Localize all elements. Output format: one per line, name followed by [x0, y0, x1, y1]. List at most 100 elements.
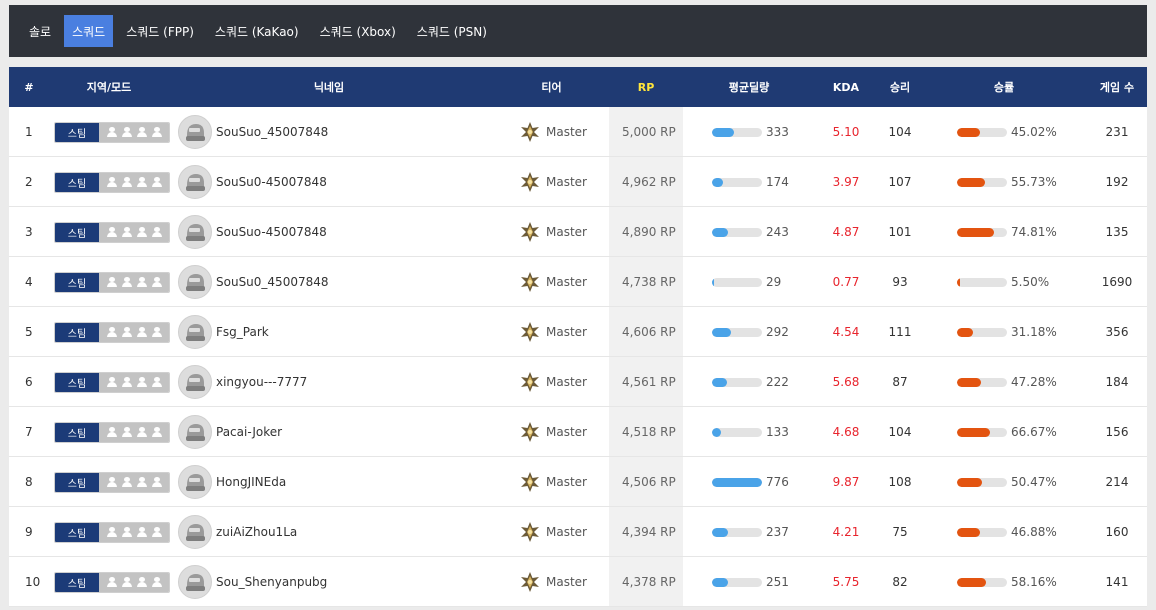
kda-value: 4.21	[832, 525, 860, 539]
tier-name: Master	[546, 175, 587, 189]
kda-value: 5.10	[832, 125, 860, 139]
kda-value: 9.87	[832, 475, 860, 489]
player-nickname[interactable]: Pacai-Joker	[216, 425, 282, 439]
region-mode: 스팀	[54, 157, 170, 207]
damage-bar	[712, 277, 762, 287]
rank-number: 2	[25, 175, 33, 189]
wins-value: 87	[892, 375, 908, 389]
damage-bar	[712, 427, 762, 437]
win-rate-value: 5.50%	[1011, 275, 1050, 289]
table-row[interactable]: 4 스팀 SouSu0_45007848 Master 4,738 RP 29 …	[9, 257, 1147, 307]
region-mode: 스팀	[54, 357, 170, 407]
header-avg-damage[interactable]: 평균딜량	[699, 67, 799, 107]
platform-mode-badge: 스팀	[54, 221, 170, 243]
platform-label: 스팀	[55, 572, 99, 592]
header-games[interactable]: 게임 수	[1087, 67, 1147, 107]
helmet-avatar-icon	[178, 365, 212, 399]
header-kda[interactable]: KDA	[821, 67, 871, 107]
win-rate: 66.67%	[957, 407, 1057, 457]
header-wins[interactable]: 승리	[879, 67, 921, 107]
ranking-table: # 지역/모드 닉네임 티어 RP 평균딜량 KDA 승리 승률 게임 수 1 …	[9, 67, 1147, 607]
tab-solo[interactable]: 솔로	[21, 15, 59, 47]
region-mode: 스팀	[54, 557, 170, 607]
avg-damage: 251	[712, 557, 789, 607]
platform-label: 스팀	[55, 322, 99, 342]
helmet-avatar-icon	[178, 465, 212, 499]
header-win-rate[interactable]: 승률	[949, 67, 1059, 107]
avg-damage: 222	[712, 357, 789, 407]
player-nickname[interactable]: SouSuo_45007848	[216, 125, 328, 139]
win-rate-bar	[957, 277, 1007, 287]
player[interactable]: Pacai-Joker	[178, 407, 282, 457]
platform-mode-badge: 스팀	[54, 121, 170, 143]
leaderboard-page: 솔로 스쿼드 스쿼드 (FPP) 스쿼드 (KaKao) 스쿼드 (Xbox) …	[9, 5, 1147, 607]
player-nickname[interactable]: HongJINEda	[216, 475, 286, 489]
games-value: 1690	[1101, 275, 1133, 289]
squad-people-icon	[99, 372, 169, 392]
table-row[interactable]: 2 스팀 SouSu0-45007848 Master 4,962 RP 174…	[9, 157, 1147, 207]
player-nickname[interactable]: SouSu0_45007848	[216, 275, 329, 289]
tab-squad-psn[interactable]: 스쿼드 (PSN)	[409, 15, 495, 47]
rank-number: 4	[25, 275, 33, 289]
rank-number: 10	[25, 575, 41, 589]
tier-name: Master	[546, 375, 587, 389]
table-row[interactable]: 3 스팀 SouSuo-45007848 Master 4,890 RP 243…	[9, 207, 1147, 257]
tab-squad-kakao[interactable]: 스쿼드 (KaKao)	[207, 15, 307, 47]
player[interactable]: Sou_Shenyanpubg	[178, 557, 327, 607]
win-rate-bar	[957, 477, 1007, 487]
player-nickname[interactable]: Sou_Shenyanpubg	[216, 575, 327, 589]
helmet-avatar-icon	[178, 315, 212, 349]
win-rate: 58.16%	[957, 557, 1057, 607]
table-row[interactable]: 6 스팀 xingyou---7777 Master 4,561 RP 222 …	[9, 357, 1147, 407]
player-nickname[interactable]: xingyou---7777	[216, 375, 307, 389]
tier-name: Master	[546, 225, 587, 239]
player[interactable]: HongJINEda	[178, 457, 286, 507]
avg-damage-value: 776	[766, 475, 789, 489]
avg-damage: 333	[712, 107, 789, 157]
avg-damage: 29	[712, 257, 781, 307]
region-mode: 스팀	[54, 257, 170, 307]
rank-number: 3	[25, 225, 33, 239]
rank-number: 6	[25, 375, 33, 389]
player[interactable]: SouSuo-45007848	[178, 207, 327, 257]
table-row[interactable]: 9 스팀 zuiAiZhou1La Master 4,394 RP 237 4.…	[9, 507, 1147, 557]
platform-mode-badge: 스팀	[54, 571, 170, 593]
damage-bar	[712, 377, 762, 387]
region-mode: 스팀	[54, 457, 170, 507]
squad-people-icon	[99, 222, 169, 242]
player-nickname[interactable]: zuiAiZhou1La	[216, 525, 297, 539]
table-row[interactable]: 10 스팀 Sou_Shenyanpubg Master 4,378 RP 25…	[9, 557, 1147, 607]
player[interactable]: zuiAiZhou1La	[178, 507, 297, 557]
platform-label: 스팀	[55, 172, 99, 192]
games-value: 141	[1105, 575, 1129, 589]
win-rate: 50.47%	[957, 457, 1057, 507]
tab-squad[interactable]: 스쿼드	[64, 15, 114, 47]
tier: Master	[520, 457, 587, 507]
win-rate-value: 50.47%	[1011, 475, 1057, 489]
player[interactable]: Fsg_Park	[178, 307, 269, 357]
table-row[interactable]: 5 스팀 Fsg_Park Master 4,606 RP 292 4.54 1…	[9, 307, 1147, 357]
table-row[interactable]: 8 스팀 HongJINEda Master 4,506 RP 776 9.87…	[9, 457, 1147, 507]
tier-name: Master	[546, 475, 587, 489]
header-rp[interactable]: RP	[609, 67, 683, 107]
player[interactable]: SouSuo_45007848	[178, 107, 328, 157]
platform-mode-badge: 스팀	[54, 371, 170, 393]
win-rate-bar	[957, 427, 1007, 437]
player[interactable]: SouSu0_45007848	[178, 257, 329, 307]
master-tier-icon	[521, 272, 539, 292]
player-nickname[interactable]: SouSu0-45007848	[216, 175, 327, 189]
platform-label: 스팀	[55, 272, 99, 292]
damage-bar	[712, 327, 762, 337]
damage-bar	[712, 477, 762, 487]
games-value: 192	[1105, 175, 1129, 189]
table-row[interactable]: 1 스팀 SouSuo_45007848 Master 5,000 RP 333…	[9, 107, 1147, 157]
player-nickname[interactable]: SouSuo-45007848	[216, 225, 327, 239]
player-nickname[interactable]: Fsg_Park	[216, 325, 269, 339]
tab-squad-fpp[interactable]: 스쿼드 (FPP)	[118, 15, 202, 47]
table-row[interactable]: 7 스팀 Pacai-Joker Master 4,518 RP 133 4.6…	[9, 407, 1147, 457]
tab-squad-xbox[interactable]: 스쿼드 (Xbox)	[312, 15, 404, 47]
player[interactable]: xingyou---7777	[178, 357, 307, 407]
platform-mode-badge: 스팀	[54, 471, 170, 493]
squad-people-icon	[99, 172, 169, 192]
player[interactable]: SouSu0-45007848	[178, 157, 327, 207]
